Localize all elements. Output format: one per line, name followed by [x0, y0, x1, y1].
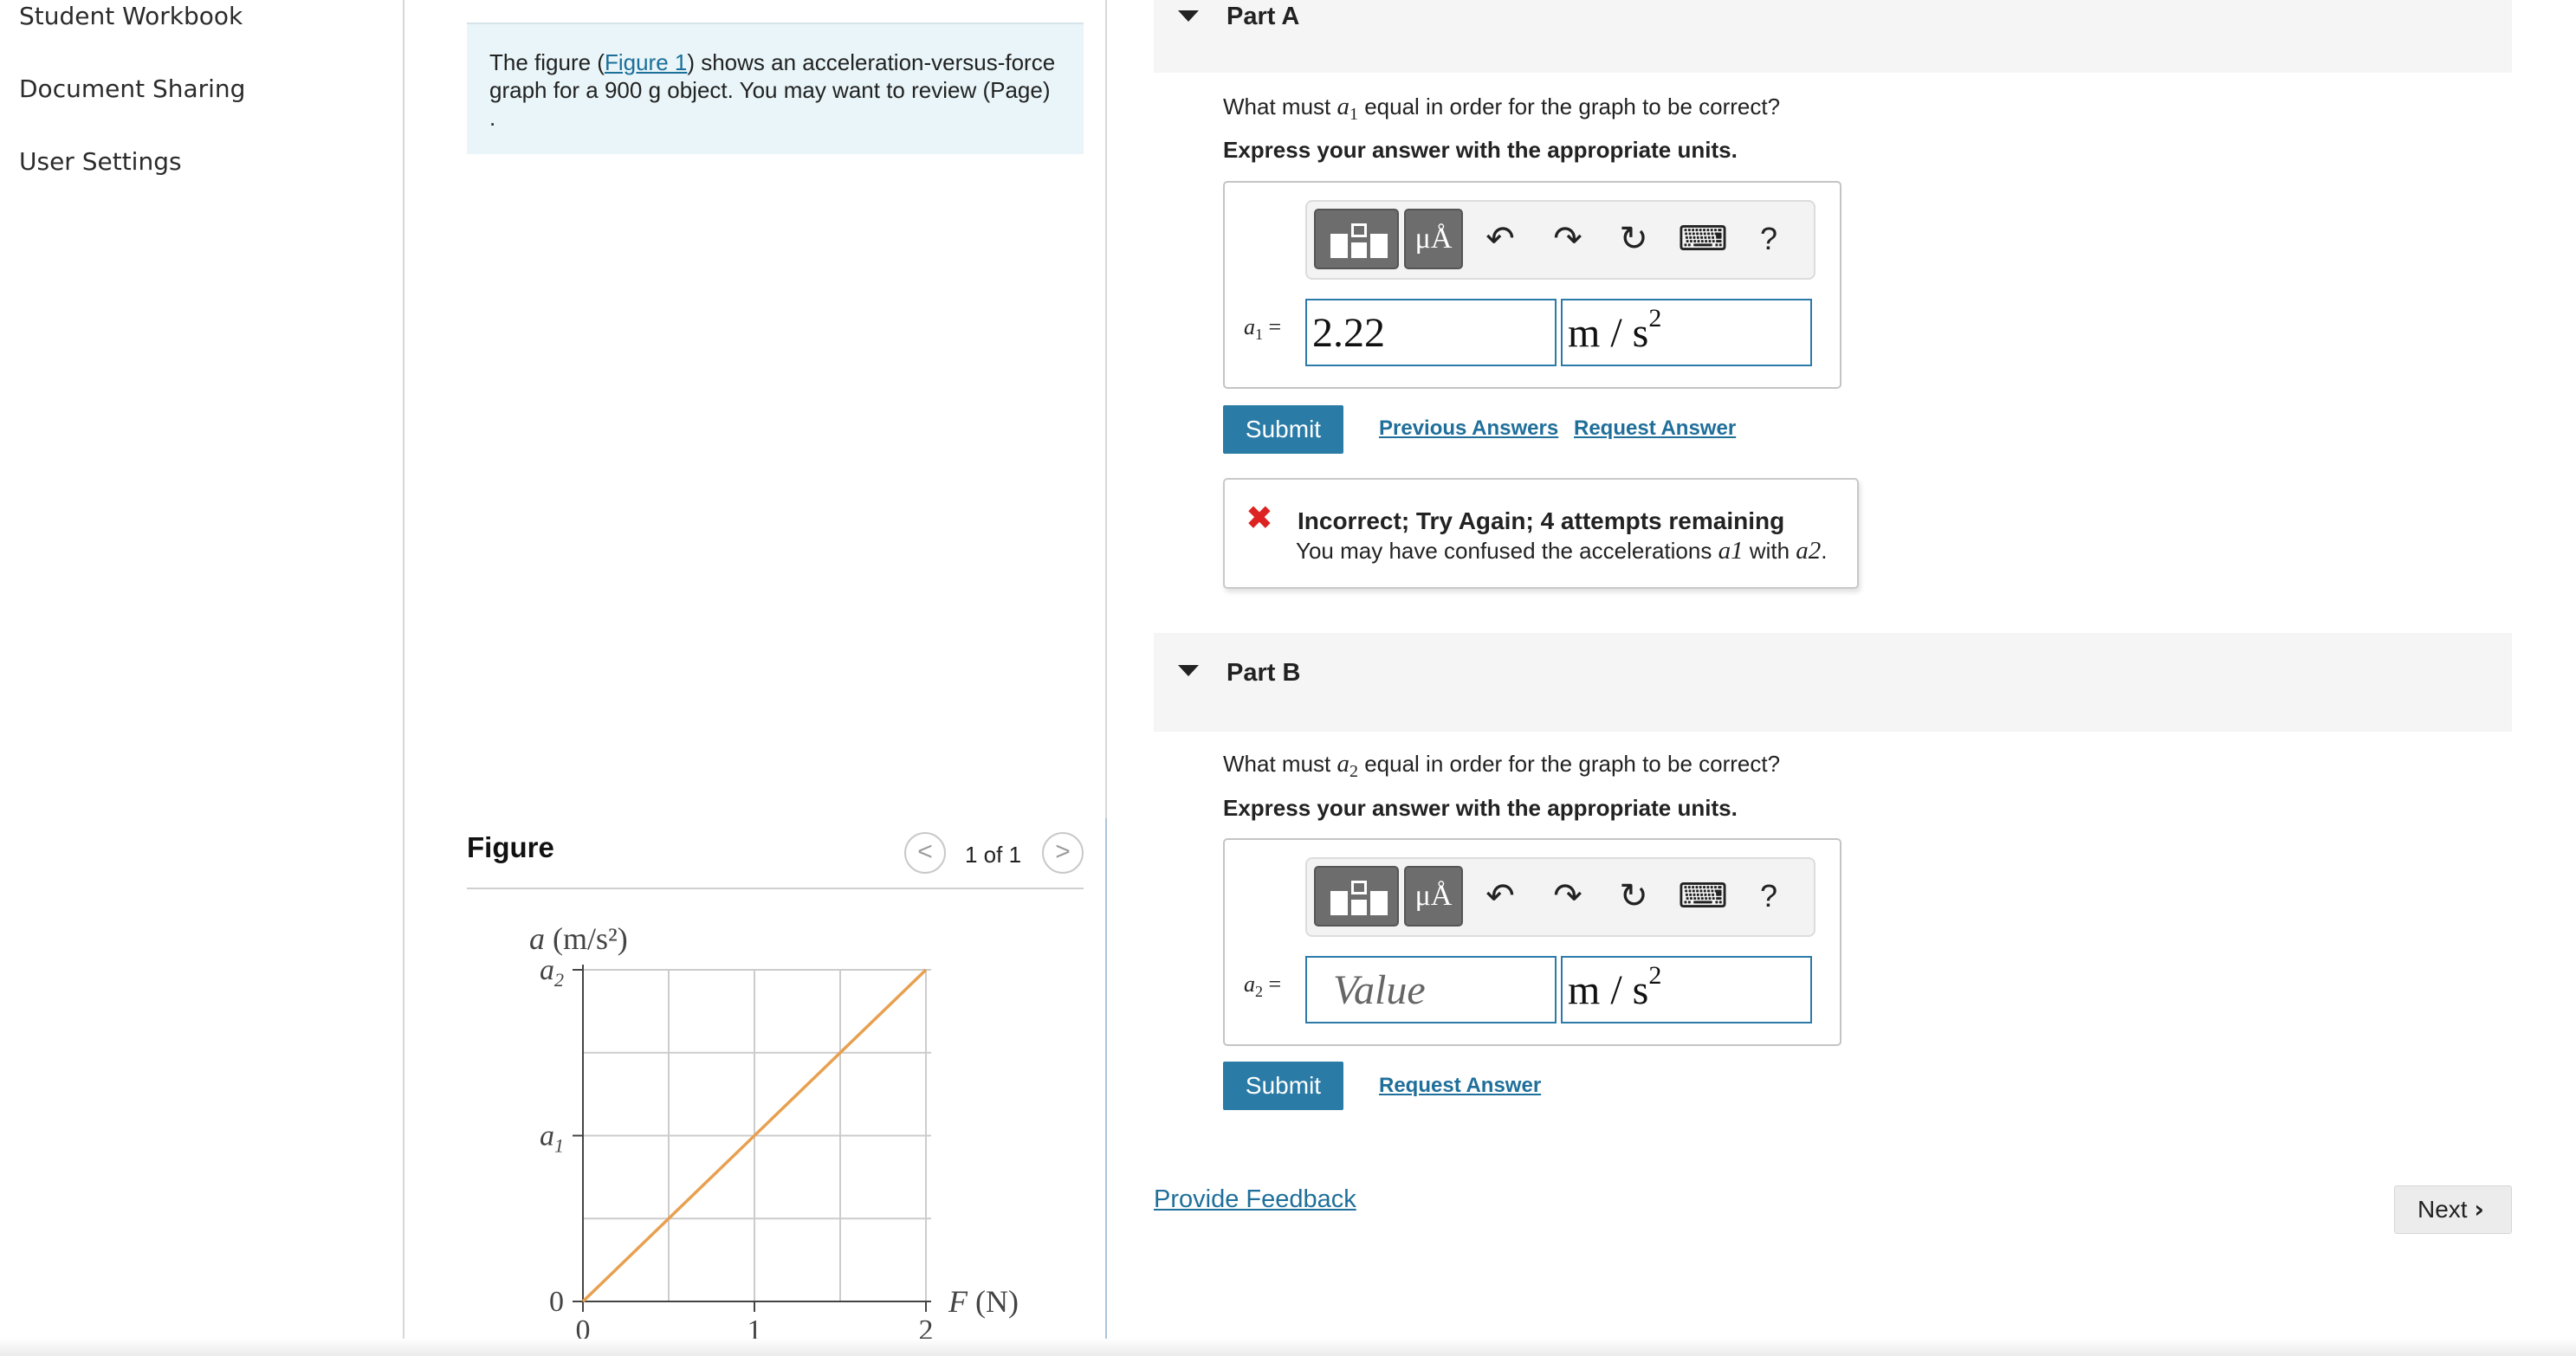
figure-pager-text: 1 of 1 — [965, 842, 1022, 868]
part-b-instruction: Express your answer with the appropriate… — [1223, 795, 1738, 821]
templates-icon — [1330, 223, 1388, 258]
part-a-toolbar: μÅ ↶ ↷ ↻ ⌨ ? — [1305, 200, 1815, 280]
feedback-title: Incorrect; Try Again; 4 attempts remaini… — [1298, 507, 1785, 534]
next-button[interactable]: Next › — [2394, 1185, 2512, 1234]
previous-answers-link[interactable]: Previous Answers — [1379, 416, 1558, 441]
acceleration-force-graph: 0 1 20a1a2a (m/s²)F (N) — [529, 921, 1019, 1342]
help-icon[interactable]: ? — [1747, 217, 1790, 261]
keyboard-icon[interactable]: ⌨ — [1678, 875, 1728, 918]
chart-labels: 0 1 20a1a2a (m/s²)F (N) — [529, 921, 1019, 1342]
part-a-instruction: Express your answer with the appropriate… — [1223, 137, 1738, 163]
reset-icon[interactable]: ↻ — [1612, 875, 1655, 918]
part-b-variable-label: a2 = — [1244, 972, 1282, 1001]
part-b-answer-box: μÅ ↶ ↷ ↻ ⌨ ? a2 = Value m / s2 — [1223, 838, 1841, 1046]
part-b-unit-input[interactable]: m / s2 — [1561, 956, 1812, 1023]
part-a-caret-icon[interactable] — [1178, 10, 1199, 22]
part-a-unit-input[interactable]: m / s2 — [1561, 299, 1812, 366]
part-a-answer-box: μÅ ↶ ↷ ↻ ⌨ ? a1 = 2.22 m / s2 — [1223, 181, 1841, 389]
part-a-title[interactable]: Part A — [1227, 3, 1299, 31]
x-axis-label: F (N) — [948, 1284, 1019, 1319]
part-b-question: What must a2 equal in order for the grap… — [1223, 750, 1781, 782]
chevron-right-icon: › — [2474, 1195, 2484, 1224]
y-tick-label: 0 — [549, 1286, 564, 1318]
part-b-toolbar: μÅ ↶ ↷ ↻ ⌨ ? — [1305, 857, 1815, 937]
part-a-request-answer-link[interactable]: Request Answer — [1574, 416, 1736, 441]
sidebar-item-user-settings[interactable]: User Settings — [19, 147, 182, 176]
sidebar-item-student-workbook[interactable]: Student Workbook — [19, 2, 243, 30]
part-b-request-answer-link[interactable]: Request Answer — [1379, 1074, 1541, 1098]
part-b-header[interactable]: Part B — [1154, 633, 2512, 732]
incorrect-icon: ✖ — [1246, 499, 1273, 537]
keyboard-icon[interactable]: ⌨ — [1678, 217, 1728, 261]
undo-icon[interactable]: ↶ — [1479, 875, 1522, 918]
y-axis-label: a (m/s²) — [529, 921, 628, 956]
undo-icon[interactable]: ↶ — [1479, 217, 1522, 261]
part-a-value-input[interactable]: 2.22 — [1305, 299, 1557, 366]
problem-statement: The figure (Figure 1) shows an accelerat… — [467, 23, 1084, 154]
templates-button[interactable] — [1314, 866, 1399, 927]
feedback-message: You may have confused the accelerations … — [1296, 537, 1828, 565]
templates-icon — [1330, 881, 1388, 915]
figure-next-button[interactable]: > — [1042, 832, 1084, 874]
y-tick-label: a1 — [540, 1120, 564, 1157]
y-tick-label: a2 — [540, 954, 564, 991]
figure-link[interactable]: Figure 1 — [605, 49, 687, 75]
units-button[interactable]: μÅ — [1404, 209, 1463, 269]
part-a-submit-button[interactable]: Submit — [1223, 405, 1343, 454]
templates-button[interactable] — [1314, 209, 1399, 269]
column-divider-accent — [1105, 818, 1107, 1356]
part-a-header[interactable]: Part A — [1154, 0, 2512, 73]
redo-icon[interactable]: ↷ — [1546, 217, 1589, 261]
sidebar: Student Workbook Document Sharing User S… — [0, 0, 405, 1356]
problem-text-before: The figure ( — [489, 49, 605, 75]
figure-divider — [467, 888, 1084, 889]
help-icon[interactable]: ? — [1747, 875, 1790, 918]
part-b-title[interactable]: Part B — [1227, 659, 1300, 688]
figure-heading: Figure — [467, 831, 554, 863]
redo-icon[interactable]: ↷ — [1546, 875, 1589, 918]
reset-icon[interactable]: ↻ — [1612, 217, 1655, 261]
part-a-question: What must a1 equal in order for the grap… — [1223, 93, 1781, 125]
figure-prev-button[interactable]: < — [904, 832, 946, 874]
sidebar-item-document-sharing[interactable]: Document Sharing — [19, 74, 245, 103]
part-a-feedback: ✖ Incorrect; Try Again; 4 attempts remai… — [1223, 478, 1859, 589]
part-b-caret-icon[interactable] — [1178, 665, 1199, 676]
part-b-submit-button[interactable]: Submit — [1223, 1062, 1343, 1110]
part-a-variable-label: a1 = — [1244, 314, 1282, 344]
provide-feedback-link[interactable]: Provide Feedback — [1154, 1185, 1356, 1214]
bottom-shade — [0, 1339, 2576, 1356]
part-b-value-input[interactable]: Value — [1305, 956, 1557, 1023]
units-button[interactable]: μÅ — [1404, 866, 1463, 927]
